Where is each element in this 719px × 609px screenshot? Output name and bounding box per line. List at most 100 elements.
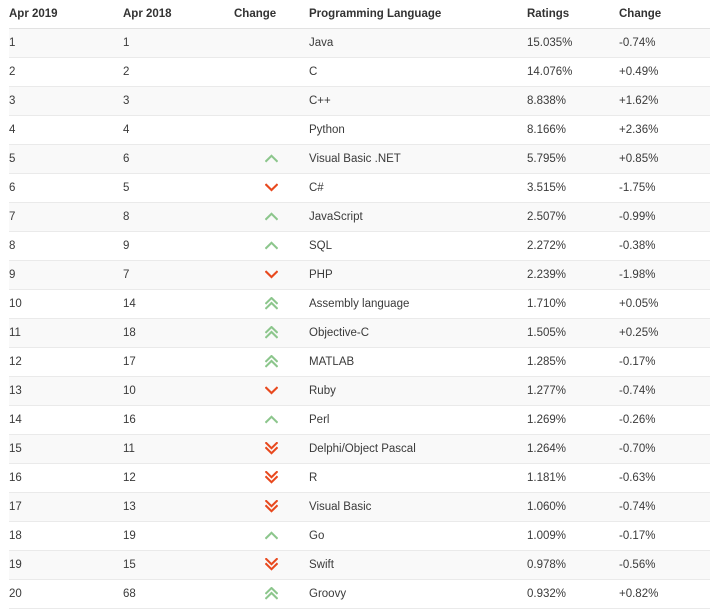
cell-change-value: +0.25% (619, 318, 710, 348)
table-row: 2 2 C 14.076% +0.49% (9, 57, 710, 87)
table-row: 1 1 Java 15.035% -0.74% (9, 28, 710, 58)
cell-rank-previous: 5 (123, 173, 234, 203)
cell-language-name: C (309, 57, 527, 87)
cell-ratings: 1.710% (527, 289, 619, 319)
double-chevron-up-icon (265, 325, 278, 340)
cell-ratings: 2.239% (527, 260, 619, 290)
cell-change-direction (234, 550, 309, 580)
cell-change-value: -0.56% (619, 550, 710, 580)
double-chevron-up-icon (265, 586, 278, 601)
cell-language-name: SQL (309, 231, 527, 261)
cell-ratings: 1.285% (527, 347, 619, 377)
cell-rank-current: 20 (9, 579, 123, 609)
table-row: 16 12 R 1.181% -0.63% (9, 463, 710, 493)
cell-ratings: 1.505% (527, 318, 619, 348)
table-header: Apr 2019 Apr 2018 Change Programming Lan… (9, 0, 710, 29)
column-header-change-direction: Change (234, 0, 309, 29)
cell-rank-current: 9 (9, 260, 123, 290)
cell-change-direction (234, 144, 309, 174)
cell-language-name: Swift (309, 550, 527, 580)
cell-language-name: Groovy (309, 579, 527, 609)
cell-rank-current: 18 (9, 521, 123, 551)
cell-ratings: 5.795% (527, 144, 619, 174)
cell-change-value: -1.98% (619, 260, 710, 290)
cell-language-name: Java (309, 28, 527, 58)
table-row: 20 68 Groovy 0.932% +0.82% (9, 579, 710, 609)
table-header-row: Apr 2019 Apr 2018 Change Programming Lan… (9, 0, 710, 29)
cell-change-value: -0.99% (619, 202, 710, 232)
cell-change-value: -0.74% (619, 28, 710, 58)
cell-rank-previous: 10 (123, 376, 234, 406)
cell-change-value: +0.05% (619, 289, 710, 319)
double-chevron-up-icon (265, 354, 278, 369)
cell-ratings: 1.181% (527, 463, 619, 493)
cell-change-value: +0.82% (619, 579, 710, 609)
column-header-rank-current: Apr 2019 (9, 0, 123, 29)
cell-language-name: Delphi/Object Pascal (309, 434, 527, 464)
cell-rank-previous: 8 (123, 202, 234, 232)
programming-language-rankings-table: Apr 2019 Apr 2018 Change Programming Lan… (9, 0, 710, 609)
cell-change-value: -0.38% (619, 231, 710, 261)
cell-language-name: PHP (309, 260, 527, 290)
table-row: 17 13 Visual Basic 1.060% -0.74% (9, 492, 710, 522)
table-row: 6 5 C# 3.515% -1.75% (9, 173, 710, 203)
cell-rank-current: 6 (9, 173, 123, 203)
column-header-ratings: Ratings (527, 0, 619, 29)
cell-ratings: 0.932% (527, 579, 619, 609)
cell-rank-current: 17 (9, 492, 123, 522)
cell-rank-previous: 17 (123, 347, 234, 377)
cell-rank-current: 16 (9, 463, 123, 493)
table-row: 5 6 Visual Basic .NET 5.795% +0.85% (9, 144, 710, 174)
cell-ratings: 3.515% (527, 173, 619, 203)
cell-rank-current: 5 (9, 144, 123, 174)
chevron-down-icon (265, 270, 278, 279)
cell-change-value: -0.74% (619, 492, 710, 522)
table-row: 8 9 SQL 2.272% -0.38% (9, 231, 710, 261)
table-body: 1 1 Java 15.035% -0.74% 2 2 C 14.076% +0.49% 3 3 C++… (9, 28, 710, 609)
cell-change-value: +0.85% (619, 144, 710, 174)
cell-language-name: Visual Basic .NET (309, 144, 527, 174)
cell-change-value: -0.17% (619, 521, 710, 551)
cell-language-name: C# (309, 173, 527, 203)
cell-rank-previous: 4 (123, 115, 234, 145)
cell-change-value: +1.62% (619, 86, 710, 116)
cell-language-name: C++ (309, 86, 527, 116)
table-row: 13 10 Ruby 1.277% -0.74% (9, 376, 710, 406)
cell-change-direction (234, 521, 309, 551)
cell-change-direction (234, 376, 309, 406)
cell-language-name: JavaScript (309, 202, 527, 232)
chevron-up-icon (265, 415, 278, 424)
cell-change-direction (234, 86, 309, 116)
cell-language-name: MATLAB (309, 347, 527, 377)
cell-rank-current: 7 (9, 202, 123, 232)
cell-change-value: -0.63% (619, 463, 710, 493)
double-chevron-down-icon (265, 499, 278, 514)
table-row: 14 16 Perl 1.269% -0.26% (9, 405, 710, 435)
cell-rank-current: 11 (9, 318, 123, 348)
cell-rank-current: 14 (9, 405, 123, 435)
cell-change-value: -0.17% (619, 347, 710, 377)
chevron-up-icon (265, 531, 278, 540)
table-row: 9 7 PHP 2.239% -1.98% (9, 260, 710, 290)
chevron-down-icon (265, 183, 278, 192)
chevron-up-icon (265, 154, 278, 163)
cell-change-value: -0.74% (619, 376, 710, 406)
cell-change-direction (234, 492, 309, 522)
cell-language-name: Go (309, 521, 527, 551)
cell-language-name: Visual Basic (309, 492, 527, 522)
cell-change-direction (234, 115, 309, 145)
cell-ratings: 1.269% (527, 405, 619, 435)
cell-ratings: 1.060% (527, 492, 619, 522)
cell-rank-previous: 7 (123, 260, 234, 290)
table-row: 3 3 C++ 8.838% +1.62% (9, 86, 710, 116)
cell-change-direction (234, 463, 309, 493)
table-row: 4 4 Python 8.166% +2.36% (9, 115, 710, 145)
cell-change-direction (234, 57, 309, 87)
table-row: 7 8 JavaScript 2.507% -0.99% (9, 202, 710, 232)
cell-change-value: +0.49% (619, 57, 710, 87)
cell-rank-current: 2 (9, 57, 123, 87)
cell-ratings: 2.272% (527, 231, 619, 261)
cell-rank-current: 19 (9, 550, 123, 580)
cell-ratings: 1.264% (527, 434, 619, 464)
cell-rank-previous: 12 (123, 463, 234, 493)
